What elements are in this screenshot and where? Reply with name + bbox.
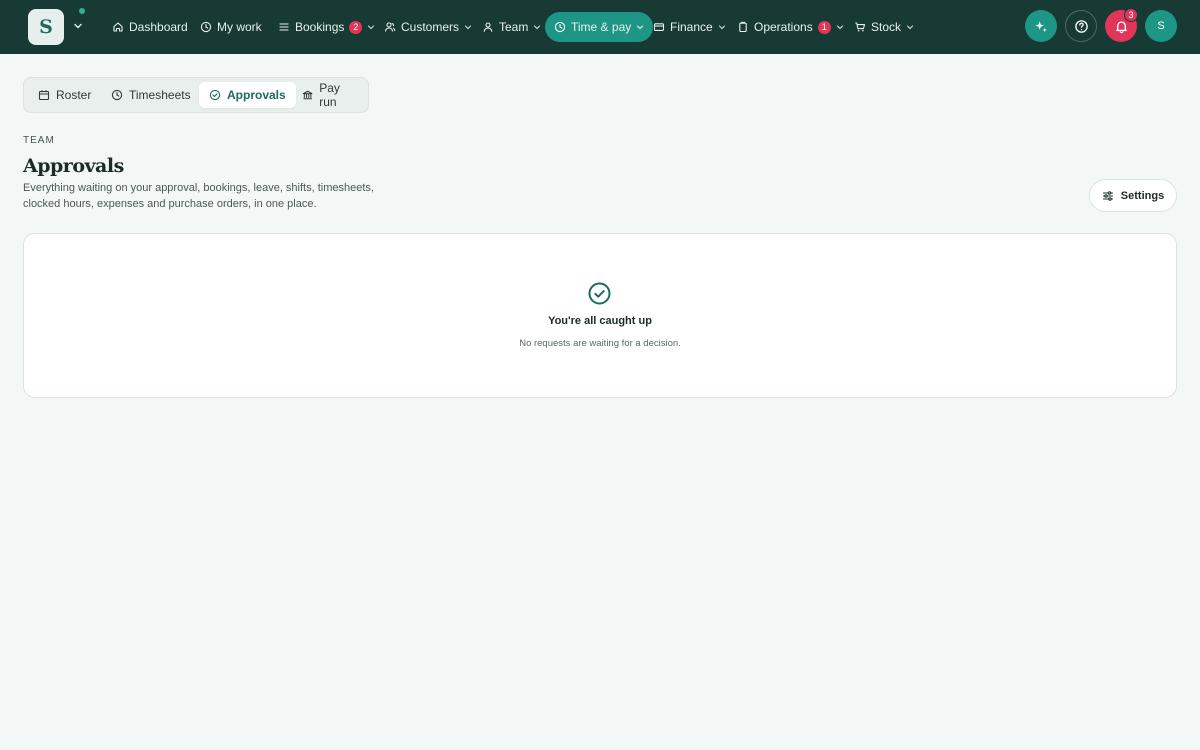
notification-count-badge: 3 [1124,8,1138,22]
nav-my-work[interactable]: My work [200,12,262,42]
nav-label: Dashboard [129,20,188,34]
nav-operations[interactable]: Operations 1 [737,12,844,42]
page-title: Approvals [23,155,124,177]
tab-roster[interactable]: Roster [28,82,101,108]
chevron-down-icon [718,25,725,30]
count-badge: 1 [817,20,831,34]
chevron-down-icon [464,25,472,30]
tab-pay-run[interactable]: Pay run [292,81,368,109]
nav-label: Bookings [295,20,345,34]
chevron-down-icon [836,25,843,30]
card-icon [653,23,665,31]
tab-label: Roster [56,88,92,102]
sliders-icon [1102,190,1113,201]
bank-icon [302,90,313,100]
nav-label: Team [499,20,529,34]
chevron-down-icon[interactable] [72,20,84,32]
tab-label: Timesheets [129,88,191,102]
nav-dashboard[interactable]: Dashboard [112,12,188,42]
nav-team[interactable]: Team [482,12,541,42]
nav-label: Operations [754,20,813,34]
empty-state-subtitle: No requests are waiting for a decision. [519,338,681,349]
count-badge: 2 [349,20,363,34]
tab-label: Pay run [319,81,340,109]
tab-timesheets[interactable]: Timesheets [101,82,201,108]
chevron-down-icon [906,25,914,30]
sparkle-icon [1034,20,1047,32]
list-icon [279,23,289,31]
users-icon [384,22,396,32]
clock-icon [554,21,566,33]
section-tabs: Roster Timesheets Approvals Pay run [23,77,369,113]
chevron-down-icon [368,25,375,30]
settings-button[interactable]: Settings [1089,179,1177,212]
user-avatar[interactable]: S [1145,10,1177,42]
assistant-button[interactable] [1025,10,1057,42]
nav-label: Customers [401,20,460,34]
clock-icon [200,21,212,33]
cart-icon [855,22,866,32]
empty-state-title: You're all caught up [548,315,652,327]
chevron-down-icon [637,25,644,30]
nav-stock[interactable]: Stock [854,12,914,42]
check-circle-icon [209,89,221,101]
calendar-icon [38,90,50,101]
clipboard-icon [739,21,747,33]
tab-approvals[interactable]: Approvals [199,82,296,108]
nav-finance[interactable]: Finance [653,12,726,42]
status-dot [79,8,85,14]
page-description: Everything waiting on your approval, boo… [23,182,374,210]
chevron-down-icon [534,25,541,30]
home-icon [113,22,123,32]
check-circle-icon [588,282,611,305]
settings-label: Settings [1120,189,1165,202]
nav-customers[interactable]: Customers [384,12,472,42]
nav-label: Stock [871,20,902,34]
help-icon [1074,19,1088,33]
tab-label: Approvals [227,88,286,102]
team-icon [483,22,493,32]
nav-time-pay[interactable]: Time & pay [545,12,654,42]
clock-icon [111,89,123,101]
nav-label: Finance [670,20,713,34]
nav-label: Time & pay [571,20,632,34]
nav-bookings[interactable]: Bookings 2 [278,12,375,42]
section-eyebrow: TEAM [23,135,55,146]
app-logo[interactable]: S [28,9,64,45]
nav-label: My work [217,20,262,34]
help-button[interactable] [1065,10,1097,42]
